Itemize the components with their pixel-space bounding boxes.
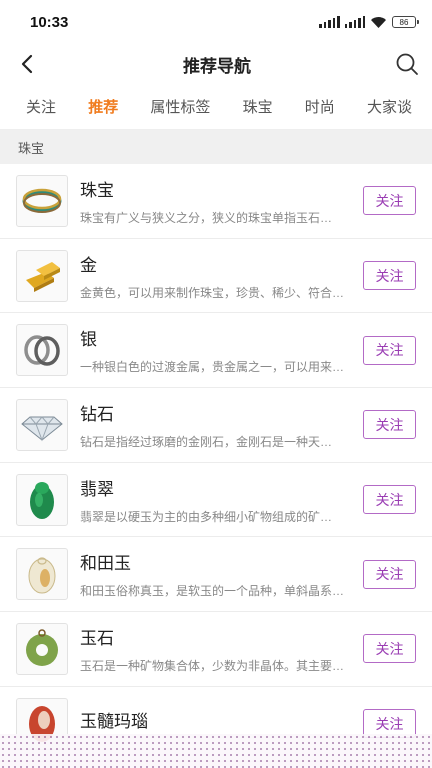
signal-icon	[319, 16, 340, 28]
battery-icon: 86	[392, 16, 419, 28]
list-item[interactable]: 银 一种银白色的过渡金属，贵金属之一，可以用来… 关注	[0, 313, 432, 389]
category-tabs: 关注 推荐 属性标签 珠宝 时尚 大家谈	[0, 84, 432, 130]
tab-attribute-tags[interactable]: 属性标签	[150, 96, 210, 117]
item-title: 珠宝	[80, 180, 114, 200]
diamond-image	[16, 398, 68, 451]
item-title: 银	[80, 330, 97, 350]
item-title: 钻石	[80, 404, 114, 424]
back-arrow-icon	[21, 54, 33, 74]
tab-jewelry[interactable]: 珠宝	[243, 96, 273, 117]
page-title: 推荐导航	[183, 56, 251, 76]
jade-carving-image	[16, 473, 68, 526]
item-desc: 翡翠是以硬玉为主的由多种细小矿物组成的矿…	[80, 509, 333, 524]
bracelet-image	[16, 174, 68, 227]
tab-discussion[interactable]: 大家谈	[367, 96, 412, 117]
item-desc: 珠宝有广义与狭义之分，狭义的珠宝单指玉石…	[80, 210, 333, 225]
item-desc: 一种银白色的过渡金属，贵金属之一，可以用来…	[80, 360, 345, 375]
follow-button[interactable]: 关注	[363, 335, 416, 365]
jade-disc-image	[16, 622, 68, 675]
follow-button[interactable]: 关注	[363, 634, 416, 664]
list-item[interactable]: 和田玉 和田玉俗称真玉，是软玉的一个品种，单斜晶系… 关注	[0, 537, 432, 613]
item-title: 玉髓玛瑙	[80, 712, 148, 732]
section-header: 珠宝	[0, 130, 432, 164]
follow-button[interactable]: 关注	[363, 261, 416, 291]
status-icons: 86	[319, 16, 419, 29]
topic-list: 珠宝 珠宝有广义与狭义之分，狭义的珠宝单指玉石… 关注 金 金黄色，可以用来制作…	[0, 164, 432, 762]
tab-recommend[interactable]: 推荐	[88, 96, 118, 117]
silver-rings-image	[16, 324, 68, 377]
follow-button[interactable]: 关注	[363, 559, 416, 589]
bottom-overlay	[0, 734, 432, 768]
item-title: 玉石	[80, 628, 114, 648]
item-desc: 钻石是指经过琢磨的金刚石，金刚石是一种天…	[80, 434, 333, 449]
search-button[interactable]	[394, 51, 420, 77]
list-item[interactable]: 珠宝 珠宝有广义与狭义之分，狭义的珠宝单指玉石… 关注	[0, 164, 432, 239]
list-item[interactable]: 翡翠 翡翠是以硬玉为主的由多种细小矿物组成的矿… 关注	[0, 463, 432, 538]
list-item[interactable]: 钻石 钻石是指经过琢磨的金刚石，金刚石是一种天… 关注	[0, 388, 432, 463]
tab-follow[interactable]: 关注	[26, 96, 56, 117]
follow-button[interactable]: 关注	[363, 410, 416, 440]
item-title: 翡翠	[80, 479, 114, 499]
wifi-icon	[370, 16, 387, 29]
signal-icon-2	[344, 16, 365, 28]
search-icon	[396, 53, 418, 75]
status-bar: 10:33 86	[0, 0, 432, 44]
battery-level: 86	[399, 17, 409, 27]
hetian-jade-image	[16, 548, 68, 601]
item-title: 和田玉	[80, 554, 131, 574]
item-title: 金	[80, 255, 97, 275]
tab-fashion[interactable]: 时尚	[305, 96, 335, 117]
item-desc: 和田玉俗称真玉，是软玉的一个品种，单斜晶系…	[80, 584, 345, 599]
back-button[interactable]	[14, 51, 40, 77]
follow-button[interactable]: 关注	[363, 186, 416, 216]
nav-bar: 推荐导航	[0, 44, 432, 84]
status-time: 10:33	[30, 13, 69, 31]
follow-button[interactable]: 关注	[363, 485, 416, 515]
item-desc: 玉石是一种矿物集合体，少数为非晶体。其主要…	[80, 658, 345, 673]
gold-bars-image	[16, 249, 68, 302]
list-item[interactable]: 金 金黄色，可以用来制作珠宝，珍贵、稀少、符合… 关注	[0, 239, 432, 314]
list-item[interactable]: 玉石 玉石是一种矿物集合体，少数为非晶体。其主要… 关注	[0, 612, 432, 687]
item-desc: 金黄色，可以用来制作珠宝，珍贵、稀少、符合…	[80, 285, 345, 300]
